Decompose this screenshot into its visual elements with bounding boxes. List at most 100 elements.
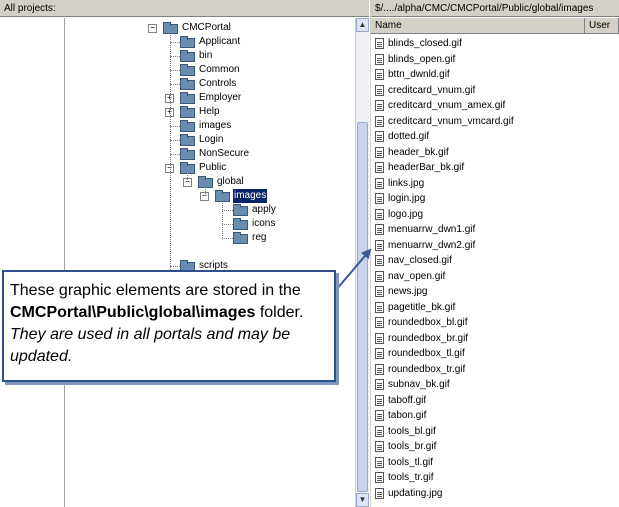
file-row[interactable]: roundedbox_br.gif (375, 331, 615, 346)
file-name: creditcard_vnum_amex.gif (388, 100, 506, 111)
tree-item-employer[interactable]: + Employer (65, 91, 355, 105)
tree-item-common[interactable]: Common (65, 63, 355, 77)
file-row[interactable]: creditcard_vnum.gif (375, 83, 615, 98)
tree-connector (170, 84, 180, 85)
file-icon (375, 115, 384, 127)
file-icon (375, 84, 384, 96)
tree-connector (170, 154, 180, 155)
file-name: tools_tr.gif (388, 472, 434, 483)
tree-connector (222, 238, 233, 239)
file-row[interactable]: blinds_open.gif (375, 52, 615, 67)
file-row[interactable]: updating.jpg (375, 486, 615, 501)
file-list-column-headers: Name User (371, 18, 619, 34)
tree-item-images-selected[interactable]: − images (65, 189, 355, 203)
scroll-thumb[interactable] (357, 122, 368, 492)
tree-item-icons[interactable]: icons (65, 217, 355, 231)
file-row[interactable]: roundedbox_tr.gif (375, 362, 615, 377)
file-row[interactable]: login.jpg (375, 191, 615, 206)
file-row[interactable]: subnav_bk.gif (375, 377, 615, 392)
file-name: creditcard_vnum.gif (388, 84, 476, 96)
file-row[interactable]: creditcard_vnum_amex.gif (375, 98, 615, 113)
file-row[interactable]: news.jpg (375, 284, 615, 299)
arrow-up-icon[interactable]: ▲ (356, 18, 369, 32)
minus-icon[interactable]: − (148, 24, 157, 33)
file-icon (375, 69, 384, 80)
file-icon (375, 270, 384, 282)
file-name: roundedbox_br.gif (388, 332, 469, 344)
tree-item-label: Controls (199, 78, 237, 89)
project-tree: − CMCPortal Applicant bin Common Controls + Emp… (64, 18, 370, 507)
file-row[interactable]: pagetitle_bk.gif (375, 300, 615, 315)
file-icon (375, 286, 384, 297)
file-row[interactable]: logo.jpg (375, 207, 615, 222)
column-header-user[interactable]: User (585, 18, 619, 33)
file-icon (375, 38, 384, 49)
folder-icon (180, 134, 195, 146)
tree-item-public[interactable]: − Public (65, 161, 355, 175)
file-row[interactable]: tools_tl.gif (375, 455, 615, 470)
file-name: menuarrw_dwn1.gif (388, 224, 476, 235)
tree-item-label: Employer (199, 92, 242, 103)
file-name: logo.jpg (388, 208, 424, 220)
file-row[interactable]: dotted.gif (375, 129, 615, 144)
file-icon (375, 193, 384, 204)
file-row[interactable]: nav_closed.gif (375, 253, 615, 268)
callout-text-2: folder. (255, 304, 304, 321)
tree-connector (170, 42, 180, 43)
tree-item-label: reg (252, 232, 267, 243)
arrow-down-icon[interactable]: ▼ (356, 493, 369, 507)
file-icon (375, 208, 384, 220)
tree-item-applicant[interactable]: Applicant (65, 35, 355, 49)
file-name: tools_bl.gif (388, 425, 436, 437)
tree-connector (170, 140, 180, 141)
tree-item-images[interactable]: images (65, 119, 355, 133)
tree-item-cmcportal[interactable]: − CMCPortal (65, 21, 355, 35)
file-name: nav_open.gif (388, 270, 446, 282)
file-icon (375, 239, 384, 251)
tree-connector (170, 266, 180, 267)
file-row[interactable]: taboff.gif (375, 393, 615, 408)
tree-scrollbar[interactable]: ▲ ▼ (355, 18, 369, 507)
tree-item-login[interactable]: Login (65, 133, 355, 147)
file-row[interactable]: menuarrw_dwn2.gif (375, 238, 615, 253)
file-icon (375, 255, 384, 266)
all-projects-label: All projects: (4, 3, 56, 14)
tree-item-apply[interactable]: apply (65, 203, 355, 217)
file-icon (375, 224, 384, 235)
tree-item-nonsecure[interactable]: NonSecure (65, 147, 355, 161)
folder-icon (180, 106, 195, 118)
column-header-name[interactable]: Name (371, 18, 585, 33)
tree-item-controls[interactable]: Controls (65, 77, 355, 91)
file-icon (375, 410, 384, 421)
file-row[interactable]: tabon.gif (375, 408, 615, 423)
file-row[interactable]: header_bk.gif (375, 145, 615, 160)
file-name: roundedbox_tr.gif (388, 363, 466, 375)
file-name: links.jpg (388, 177, 425, 189)
file-row[interactable]: tools_bl.gif (375, 424, 615, 439)
file-row[interactable]: menuarrw_dwn1.gif (375, 222, 615, 237)
file-row[interactable]: bttn_dwnld.gif (375, 67, 615, 82)
tree-item-label: images (199, 120, 232, 131)
tree-item-global[interactable]: − global (65, 175, 355, 189)
tree-item-help[interactable]: + Help (65, 105, 355, 119)
file-row[interactable]: tools_br.gif (375, 439, 615, 454)
file-list: Name User blinds_closed.gif blinds_open.g… (371, 18, 619, 507)
file-row[interactable]: creditcard_vnum_vmcard.gif (375, 114, 615, 129)
file-name: dotted.gif (388, 131, 430, 142)
file-row[interactable]: headerBar_bk.gif (375, 160, 615, 175)
file-icon (375, 100, 384, 111)
file-row[interactable]: nav_open.gif (375, 269, 615, 284)
file-row[interactable]: tools_tr.gif (375, 470, 615, 485)
callout-folder-path: CMCPortal\Public\global\images (10, 304, 256, 321)
tree-connector (170, 32, 171, 280)
file-row[interactable]: roundedbox_bl.gif (375, 315, 615, 330)
tree-item-label: apply (252, 204, 276, 215)
tree-item-bin[interactable]: bin (65, 49, 355, 63)
folder-icon (180, 50, 195, 62)
file-row[interactable]: roundedbox_tl.gif (375, 346, 615, 361)
tree-item-label: icons (252, 218, 276, 229)
file-row[interactable]: links.jpg (375, 176, 615, 191)
tree-item-reg[interactable]: reg (65, 231, 355, 245)
file-icon (375, 379, 384, 390)
file-row[interactable]: blinds_closed.gif (375, 36, 615, 51)
